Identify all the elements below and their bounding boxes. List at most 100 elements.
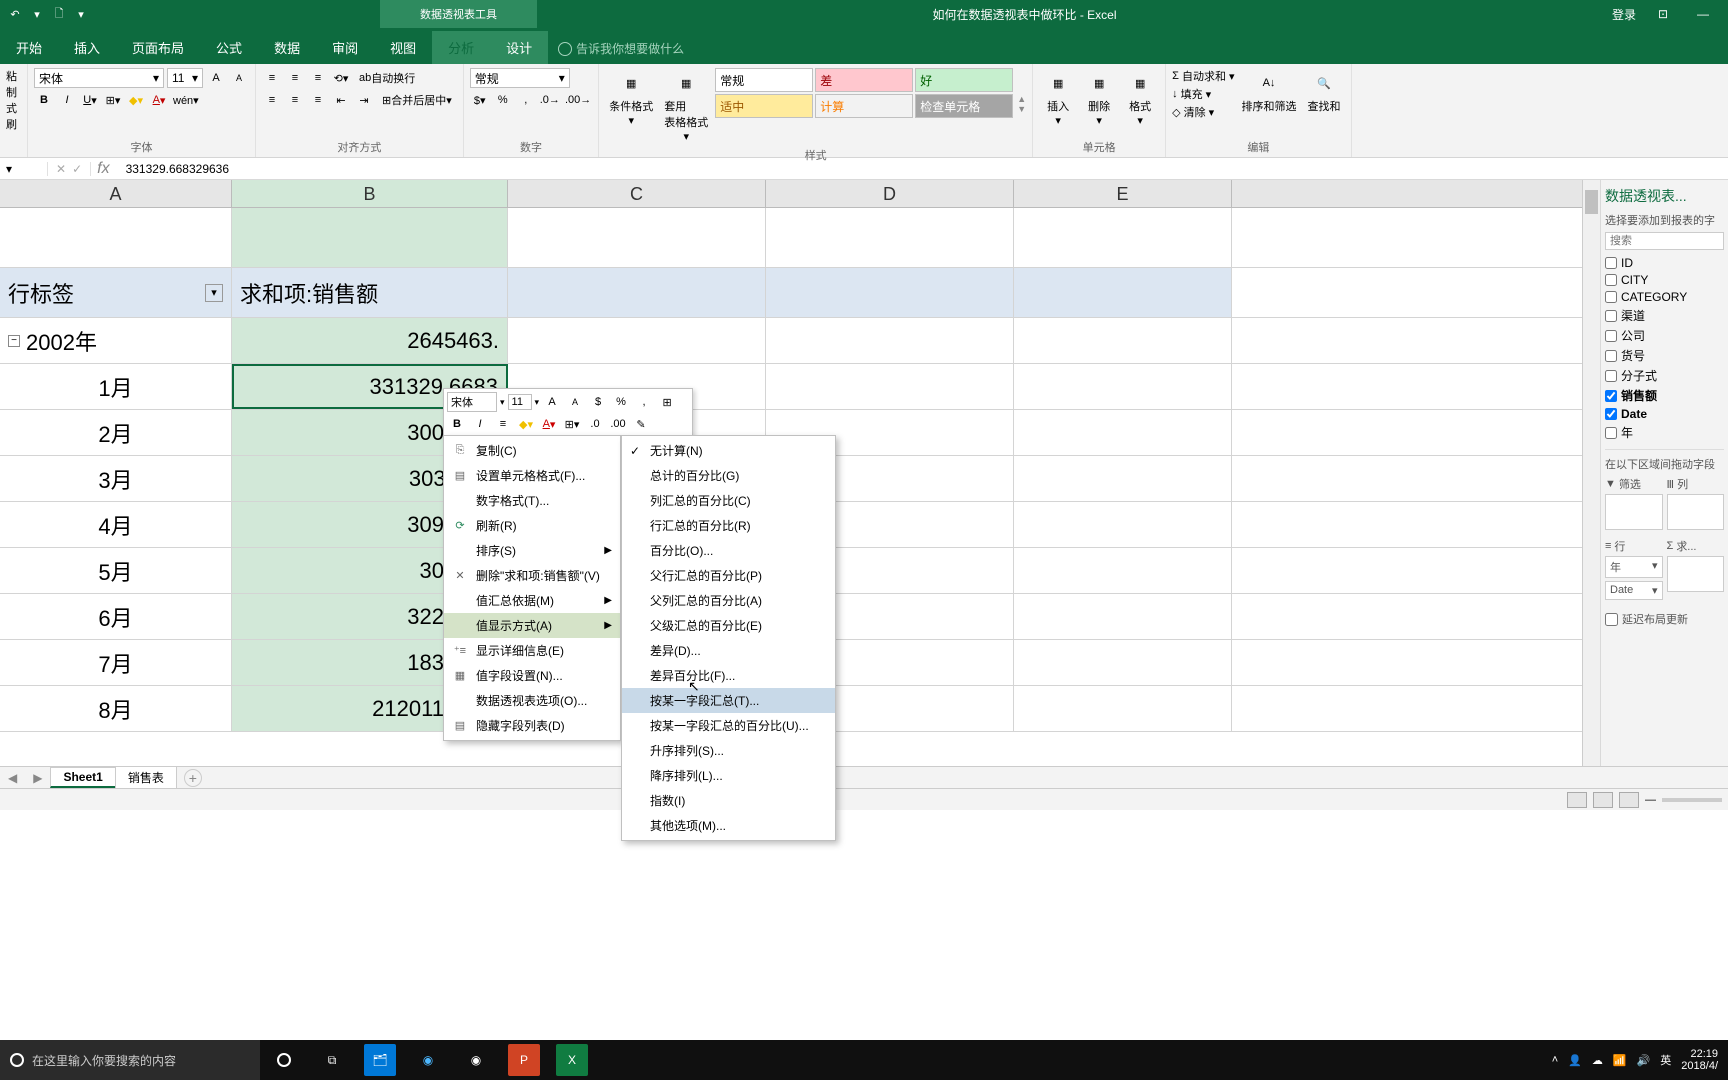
mini-border-icon[interactable]: ⊞▾	[562, 414, 582, 434]
align-bot-icon[interactable]: ≡	[308, 68, 328, 88]
page-layout-view-icon[interactable]	[1593, 792, 1613, 808]
task-view-icon[interactable]: ⧉	[316, 1044, 348, 1076]
number-format-combo[interactable]: 常规▾	[470, 68, 570, 88]
mini-format-icon[interactable]: ⊞	[657, 392, 677, 412]
col-header-d[interactable]: D	[766, 180, 1014, 207]
cell-year[interactable]: −2002年	[0, 318, 232, 363]
collapse-icon[interactable]: −	[8, 335, 20, 347]
tab-view[interactable]: 视图	[374, 31, 432, 64]
fx-icon[interactable]: fx	[91, 160, 115, 178]
columns-area[interactable]	[1667, 494, 1725, 530]
font-color-button[interactable]: A▾	[149, 90, 169, 110]
sub-diff[interactable]: 差异(D)...	[622, 638, 835, 663]
cancel-icon[interactable]: ✕	[56, 162, 66, 176]
login-button[interactable]: 登录	[1612, 6, 1636, 23]
pivot-value-header[interactable]: 求和项:销售额	[232, 268, 508, 317]
mini-size-combo[interactable]: 11	[508, 394, 532, 410]
row-field-date[interactable]: Date▾	[1605, 581, 1663, 600]
style-check[interactable]: 检查单元格	[915, 94, 1013, 118]
tab-home[interactable]: 开始	[0, 31, 58, 64]
mini-font-combo[interactable]: 宋体	[447, 392, 497, 412]
sub-running-pct[interactable]: 按某一字段汇总的百分比(U)...	[622, 713, 835, 738]
sub-running-total[interactable]: 按某一字段汇总(T)...	[622, 688, 835, 713]
format-as-table-button[interactable]: ▦套用 表格格式▾	[660, 68, 712, 145]
style-bad[interactable]: 差	[815, 68, 913, 92]
col-header-b[interactable]: B	[232, 180, 508, 207]
menu-show-values-as[interactable]: 值显示方式(A)▶	[444, 613, 620, 638]
style-calc[interactable]: 计算	[815, 94, 913, 118]
mini-percent-icon[interactable]: %	[611, 392, 631, 412]
align-top-icon[interactable]: ≡	[262, 68, 282, 88]
mini-comma-icon[interactable]: ,	[634, 392, 654, 412]
row-field-year[interactable]: 年▾	[1605, 556, 1663, 578]
filter-area[interactable]	[1605, 494, 1663, 530]
powerpoint-icon[interactable]: P	[508, 1044, 540, 1076]
ribbon-options-icon[interactable]: ⊡	[1650, 7, 1676, 21]
indent-inc-icon[interactable]: ⇥	[354, 90, 374, 110]
mini-inc-icon[interactable]: .00	[608, 414, 628, 434]
zoom-out-icon[interactable]: —	[1645, 794, 1656, 806]
cell-month[interactable]: 7月	[0, 640, 232, 685]
fill-button[interactable]: ↓ 填充 ▾	[1172, 86, 1234, 102]
chrome-icon[interactable]: ◉	[460, 1044, 492, 1076]
volume-icon[interactable]: 🔊	[1637, 1054, 1651, 1067]
people-icon[interactable]: 👤	[1568, 1054, 1582, 1067]
phonetic-button[interactable]: wén▾	[172, 90, 200, 110]
mini-grow-font-icon[interactable]: A	[542, 392, 562, 412]
dec-decimal-icon[interactable]: .00→	[564, 90, 592, 110]
clock-time[interactable]: 22:19	[1681, 1048, 1718, 1060]
file-explorer-icon[interactable]: 🗂	[364, 1044, 396, 1076]
menu-copy[interactable]: ⎘复制(C)	[444, 438, 620, 463]
field-item[interactable]: ID	[1605, 256, 1724, 270]
mini-italic-icon[interactable]: I	[470, 414, 490, 434]
sub-row-pct[interactable]: 行汇总的百分比(R)	[622, 513, 835, 538]
menu-remove-field[interactable]: ✕删除"求和项:销售额"(V)	[444, 563, 620, 588]
normal-view-icon[interactable]	[1567, 792, 1587, 808]
sub-parent-row[interactable]: 父行汇总的百分比(P)	[622, 563, 835, 588]
cloud-icon[interactable]: ☁	[1592, 1054, 1603, 1067]
sub-pct-diff[interactable]: 差异百分比(F)...	[622, 663, 835, 688]
delete-cells-button[interactable]: ▦删除▾	[1080, 68, 1118, 129]
sub-rank-desc[interactable]: 降序排列(L)...	[622, 763, 835, 788]
underline-button[interactable]: U▾	[80, 90, 100, 110]
bold-button[interactable]: B	[34, 90, 54, 110]
italic-button[interactable]: I	[57, 90, 77, 110]
cell-year-total[interactable]: 2645463.	[232, 318, 508, 363]
comma-icon[interactable]: ,	[516, 90, 536, 110]
mini-align-icon[interactable]: ≡	[493, 414, 513, 434]
fill-color-button[interactable]: ◆▾	[126, 90, 146, 110]
sheet-nav-prev-icon[interactable]: ◀	[0, 771, 25, 785]
clock-date[interactable]: 2018/4/	[1681, 1060, 1718, 1072]
pivot-row-header[interactable]: 行标签▾	[0, 268, 232, 317]
tray-up-icon[interactable]: ˄	[1552, 1054, 1558, 1066]
cell-month[interactable]: 6月	[0, 594, 232, 639]
merge-button[interactable]: ⊞ 合并后居中▾	[377, 90, 457, 110]
cell-month[interactable]: 1月	[0, 364, 232, 409]
formula-value[interactable]: 331329.668329636	[116, 162, 229, 176]
menu-format-cells[interactable]: ▤设置单元格格式(F)...	[444, 463, 620, 488]
increase-font-icon[interactable]: A	[206, 68, 226, 88]
style-neutral[interactable]: 适中	[715, 94, 813, 118]
new-icon[interactable]: 🗋	[50, 5, 68, 23]
mini-shrink-font-icon[interactable]: A	[565, 392, 585, 412]
sub-parent[interactable]: 父级汇总的百分比(E)	[622, 613, 835, 638]
find-button[interactable]: 🔍查找和	[1304, 68, 1345, 122]
orientation-icon[interactable]: ⟲▾	[331, 68, 351, 88]
field-item[interactable]: 销售额	[1605, 387, 1724, 404]
defer-layout-checkbox[interactable]: 延迟布局更新	[1605, 611, 1724, 627]
menu-refresh[interactable]: ⟳刷新(R)	[444, 513, 620, 538]
field-item[interactable]: CATEGORY	[1605, 290, 1724, 304]
field-item[interactable]: Date	[1605, 407, 1724, 421]
field-item[interactable]: 年	[1605, 424, 1724, 441]
menu-sort[interactable]: 排序(S)▶	[444, 538, 620, 563]
mini-currency-icon[interactable]: $	[588, 392, 608, 412]
menu-number-format[interactable]: 数字格式(T)...	[444, 488, 620, 513]
sheet-tab-2[interactable]: 销售表	[115, 766, 177, 789]
mini-fill-icon[interactable]: ◆▾	[516, 414, 536, 434]
sub-pct[interactable]: 百分比(O)...	[622, 538, 835, 563]
menu-hide-field-list[interactable]: ▤隐藏字段列表(D)	[444, 713, 620, 738]
style-scroll-down-icon[interactable]: ▼	[1017, 104, 1026, 114]
enter-icon[interactable]: ✓	[72, 162, 82, 176]
vertical-scrollbar[interactable]	[1582, 180, 1600, 766]
page-break-view-icon[interactable]	[1619, 792, 1639, 808]
